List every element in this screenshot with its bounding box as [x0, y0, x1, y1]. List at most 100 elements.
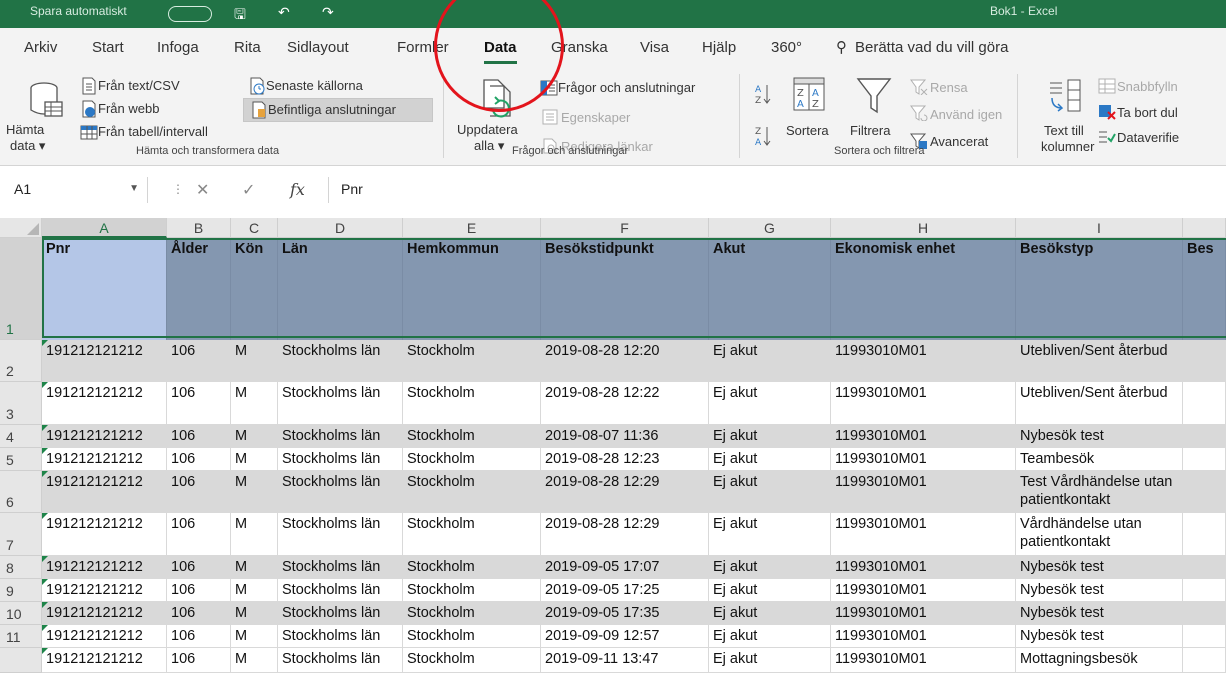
column-header[interactable]: C — [231, 218, 278, 238]
table-cell[interactable]: Ej akut — [709, 513, 831, 556]
row-header[interactable]: 10 — [0, 602, 42, 625]
table-cell[interactable]: Ej akut — [709, 448, 831, 471]
table-cell[interactable]: Stockholm — [403, 648, 541, 673]
tab-data[interactable]: Data — [484, 39, 517, 64]
table-cell[interactable]: 191212121212 — [42, 556, 167, 579]
table-cell[interactable]: 11993010M01 — [831, 513, 1016, 556]
table-cell[interactable]: 106 — [167, 556, 231, 579]
error-indicator-icon[interactable] — [42, 579, 48, 585]
row-header[interactable]: 9 — [0, 579, 42, 602]
table-cell[interactable]: Ej akut — [709, 579, 831, 602]
table-cell[interactable]: Ej akut — [709, 471, 831, 513]
table-cell[interactable]: 106 — [167, 471, 231, 513]
table-cell[interactable]: M — [231, 602, 278, 625]
column-header[interactable]: D — [278, 218, 403, 238]
table-cell[interactable]: 2019-08-28 12:22 — [541, 382, 709, 425]
table-cell[interactable]: 2019-09-05 17:25 — [541, 579, 709, 602]
table-cell[interactable]: 191212121212 — [42, 382, 167, 425]
header-cell[interactable]: Pnr — [42, 238, 167, 340]
enter-icon[interactable]: ✓ — [242, 180, 255, 200]
table-cell[interactable]: 2019-08-28 12:20 — [541, 340, 709, 382]
table-cell[interactable]: M — [231, 513, 278, 556]
table-cell[interactable]: Ej akut — [709, 648, 831, 673]
table-cell[interactable]: Nybesök test — [1016, 579, 1183, 602]
table-cell[interactable]: 191212121212 — [42, 579, 167, 602]
hamta-data-button[interactable]: Hämta — [6, 122, 44, 138]
table-cell[interactable]: 2019-08-07 11:36 — [541, 425, 709, 448]
tab-infoga[interactable]: Infoga — [157, 39, 199, 56]
row-header[interactable]: 2 — [0, 340, 42, 382]
column-header[interactable]: A — [42, 218, 167, 238]
table-cell[interactable]: Stockholms län — [278, 625, 403, 648]
table-cell[interactable]: M — [231, 625, 278, 648]
table-cell[interactable]: M — [231, 382, 278, 425]
snabbfyllning-button[interactable]: Snabbfylln — [1117, 79, 1178, 95]
table-cell[interactable]: M — [231, 448, 278, 471]
rensa-button[interactable]: Rensa — [930, 80, 968, 96]
table-cell[interactable]: 106 — [167, 579, 231, 602]
table-cell[interactable]: 191212121212 — [42, 513, 167, 556]
table-cell[interactable]: 106 — [167, 648, 231, 673]
table-cell[interactable]: 2019-09-05 17:35 — [541, 602, 709, 625]
error-indicator-icon[interactable] — [42, 425, 48, 431]
select-all-corner[interactable] — [0, 218, 42, 238]
table-cell[interactable]: Stockholms län — [278, 602, 403, 625]
table-cell[interactable]: Stockholm — [403, 340, 541, 382]
table-cell[interactable] — [1183, 382, 1226, 425]
uppdatera-alla-button[interactable]: Uppdatera — [457, 122, 518, 138]
fran-text-csv-button[interactable]: Från text/CSV — [98, 78, 180, 94]
table-cell[interactable]: Utebliven/Sent återbud — [1016, 382, 1183, 425]
insert-function-icon[interactable]: fx — [290, 180, 305, 199]
tab-granska[interactable]: Granska — [551, 39, 608, 56]
save-icon[interactable]: 🖫 — [234, 4, 246, 28]
table-cell[interactable]: M — [231, 340, 278, 382]
hamta-data-dropdown[interactable]: data ▾ — [10, 138, 45, 154]
table-cell[interactable]: Ej akut — [709, 340, 831, 382]
header-cell[interactable]: Län — [278, 238, 403, 340]
table-cell[interactable] — [1183, 648, 1226, 673]
row-header[interactable]: 11 — [0, 625, 42, 648]
table-cell[interactable]: 106 — [167, 513, 231, 556]
table-cell[interactable]: 11993010M01 — [831, 382, 1016, 425]
anvand-igen-button[interactable]: Använd igen — [930, 107, 1002, 123]
error-indicator-icon[interactable] — [42, 625, 48, 631]
spreadsheet-grid[interactable]: A B C D E F G H I 1 Pnr Ålder Kön Län Hemkommun Besökst… — [0, 218, 1226, 691]
table-cell[interactable] — [1183, 556, 1226, 579]
sortera-button[interactable]: Sortera — [786, 123, 829, 139]
table-cell[interactable]: 2019-08-28 12:29 — [541, 513, 709, 556]
table-cell[interactable]: Stockholms län — [278, 382, 403, 425]
table-cell[interactable]: 106 — [167, 625, 231, 648]
table-cell[interactable]: M — [231, 425, 278, 448]
tab-arkiv[interactable]: Arkiv — [24, 39, 57, 56]
row-header[interactable]: 3 — [0, 382, 42, 425]
table-cell[interactable]: 11993010M01 — [831, 648, 1016, 673]
text-till-kolumner-button[interactable]: Text till — [1044, 123, 1084, 139]
undo-icon[interactable]: ↶ — [278, 4, 290, 21]
table-cell[interactable]: Stockholm — [403, 382, 541, 425]
formula-input[interactable]: Pnr — [328, 177, 1226, 203]
table-cell[interactable]: Stockholms län — [278, 471, 403, 513]
table-cell[interactable]: Utebliven/Sent återbud — [1016, 340, 1183, 382]
table-cell[interactable]: Test Vårdhändelse utan patientkontakt — [1016, 471, 1183, 513]
table-cell[interactable]: Stockholm — [403, 513, 541, 556]
table-cell[interactable]: 2019-08-28 12:29 — [541, 471, 709, 513]
table-cell[interactable]: Stockholm — [403, 471, 541, 513]
row-header[interactable]: 1 — [0, 238, 42, 340]
table-cell[interactable]: Stockholm — [403, 448, 541, 471]
table-cell[interactable]: 11993010M01 — [831, 579, 1016, 602]
redo-icon[interactable]: ↷ — [322, 4, 334, 21]
table-cell[interactable]: Mottagningsbesök — [1016, 648, 1183, 673]
row-header[interactable]: 7 — [0, 513, 42, 556]
befintliga-anslutningar-button[interactable]: Befintliga anslutningar — [268, 102, 396, 118]
table-cell[interactable]: Nybesök test — [1016, 556, 1183, 579]
table-cell[interactable] — [1183, 471, 1226, 513]
table-cell[interactable]: 191212121212 — [42, 471, 167, 513]
table-cell[interactable]: 106 — [167, 340, 231, 382]
tab-sidlayout[interactable]: Sidlayout — [287, 39, 349, 56]
column-header[interactable]: E — [403, 218, 541, 238]
table-cell[interactable]: 11993010M01 — [831, 556, 1016, 579]
header-cell[interactable]: Ålder — [167, 238, 231, 340]
table-cell[interactable]: 106 — [167, 602, 231, 625]
table-cell[interactable]: 106 — [167, 425, 231, 448]
table-cell[interactable]: Stockholm — [403, 556, 541, 579]
